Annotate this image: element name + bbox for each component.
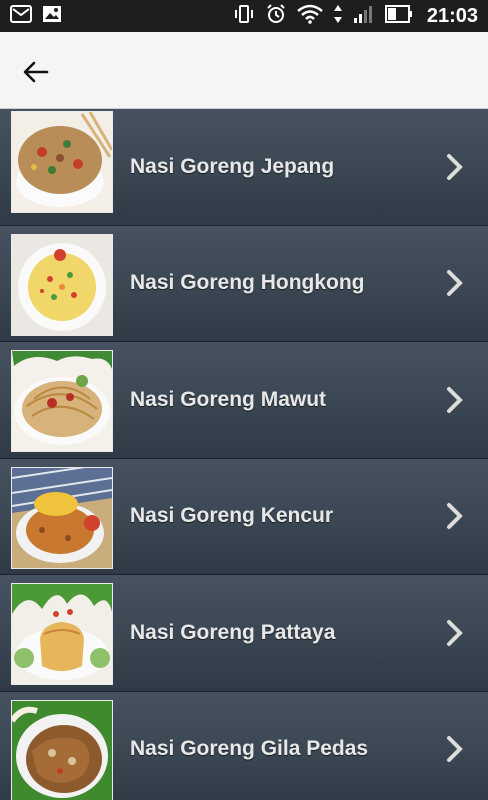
item-title: Nasi Goreng Hongkong xyxy=(130,271,365,295)
item-title: Nasi Goreng Jepang xyxy=(130,154,335,178)
alarm-icon xyxy=(265,3,287,30)
chevron-right-icon xyxy=(447,503,463,530)
status-bar: 21:03 xyxy=(0,0,488,32)
food-thumbnail xyxy=(11,583,113,685)
chevron-right-icon xyxy=(447,619,463,646)
item-title: Nasi Goreng Pattaya xyxy=(130,620,336,644)
food-thumbnail xyxy=(11,466,113,569)
food-thumbnail xyxy=(11,111,113,213)
gmail-icon xyxy=(10,4,32,28)
list-item[interactable]: Nasi Goreng Hongkong xyxy=(0,225,488,342)
item-title: Nasi Goreng Mawut xyxy=(130,387,327,411)
chevron-right-icon xyxy=(447,153,463,180)
wifi-icon xyxy=(297,4,323,29)
back-button[interactable] xyxy=(18,54,54,90)
app-bar xyxy=(0,32,488,109)
gallery-icon xyxy=(42,5,62,28)
item-title: Nasi Goreng Gila Pedas xyxy=(130,737,369,761)
vibrate-icon xyxy=(233,4,255,29)
food-thumbnail xyxy=(11,350,113,452)
battery-icon xyxy=(384,4,413,28)
data-transfer-icon xyxy=(333,4,343,29)
signal-icon xyxy=(353,4,375,29)
item-title: Nasi Goreng Kencur xyxy=(130,504,334,528)
chevron-right-icon xyxy=(447,270,463,297)
arrow-left-icon xyxy=(23,61,49,83)
list-item[interactable]: Nasi Goreng Jepang xyxy=(0,109,488,226)
clock: 21:03 xyxy=(426,4,478,27)
recipe-list: Nasi Goreng Jepang Nasi Goreng Hongkong xyxy=(0,109,488,800)
chevron-right-icon xyxy=(447,386,463,413)
list-item[interactable]: Nasi Goreng Pattaya xyxy=(0,575,488,692)
chevron-right-icon xyxy=(447,736,463,763)
list-item[interactable]: Nasi Goreng Mawut xyxy=(0,342,488,459)
list-item[interactable]: Nasi Goreng Kencur xyxy=(0,458,488,575)
food-thumbnail xyxy=(11,233,113,336)
food-thumbnail xyxy=(11,699,113,800)
list-item[interactable]: Nasi Goreng Gila Pedas xyxy=(0,691,488,800)
